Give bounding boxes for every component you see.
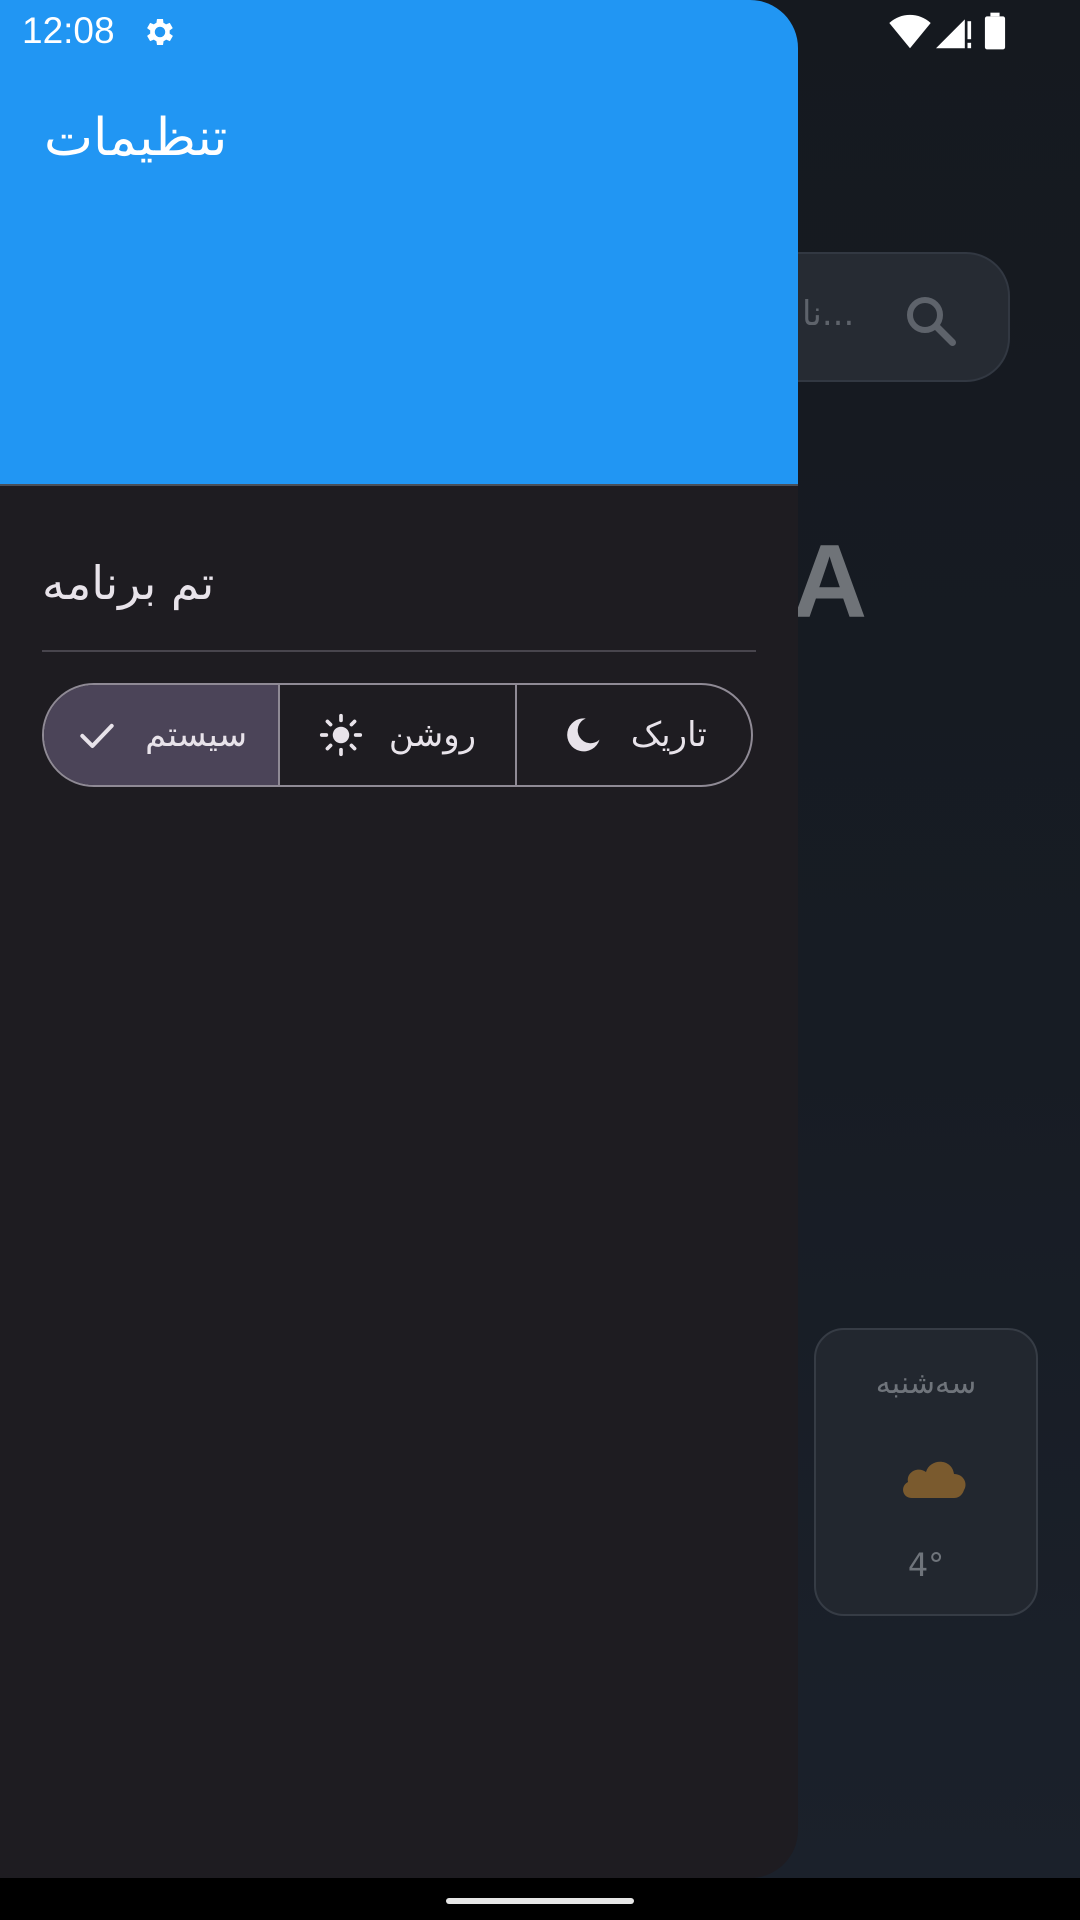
forecast-temperature: 4°	[907, 1546, 945, 1584]
status-time: 12:08	[22, 10, 115, 51]
theme-option-light[interactable]: روشن	[278, 685, 514, 785]
search-placeholder: ...نا	[802, 294, 855, 334]
settings-drawer: تنظیمات تم برنامه سیستم روشن تاریک	[0, 0, 798, 1878]
moon-icon	[566, 718, 600, 752]
theme-option-label: سیستم	[145, 715, 248, 755]
theme-option-label: تاریک	[630, 715, 707, 755]
gesture-handle[interactable]	[446, 1898, 634, 1904]
theme-option-system[interactable]: سیستم	[44, 685, 279, 785]
divider	[42, 650, 756, 652]
drawer-title: تنظیمات	[44, 108, 228, 168]
sun-icon	[319, 713, 362, 757]
navigation-bar	[0, 1878, 1080, 1920]
screen: ...نا A سه‌شنبه 4° تنظیمات تم برنامه	[0, 0, 1080, 1920]
theme-section-title: تم برنامه	[42, 556, 215, 610]
drawer-header: تنظیمات	[0, 0, 798, 486]
check-icon	[80, 723, 114, 749]
city-name-partial: A	[792, 524, 868, 640]
theme-option-label: روشن	[388, 715, 477, 755]
forecast-card[interactable]: سه‌شنبه 4°	[814, 1328, 1038, 1616]
theme-segmented-button: سیستم روشن تاریک	[42, 683, 753, 787]
cloud-icon	[903, 1461, 966, 1498]
search-icon	[907, 297, 956, 346]
theme-option-dark[interactable]: تاریک	[514, 685, 751, 785]
forecast-day: سه‌شنبه	[875, 1366, 977, 1401]
